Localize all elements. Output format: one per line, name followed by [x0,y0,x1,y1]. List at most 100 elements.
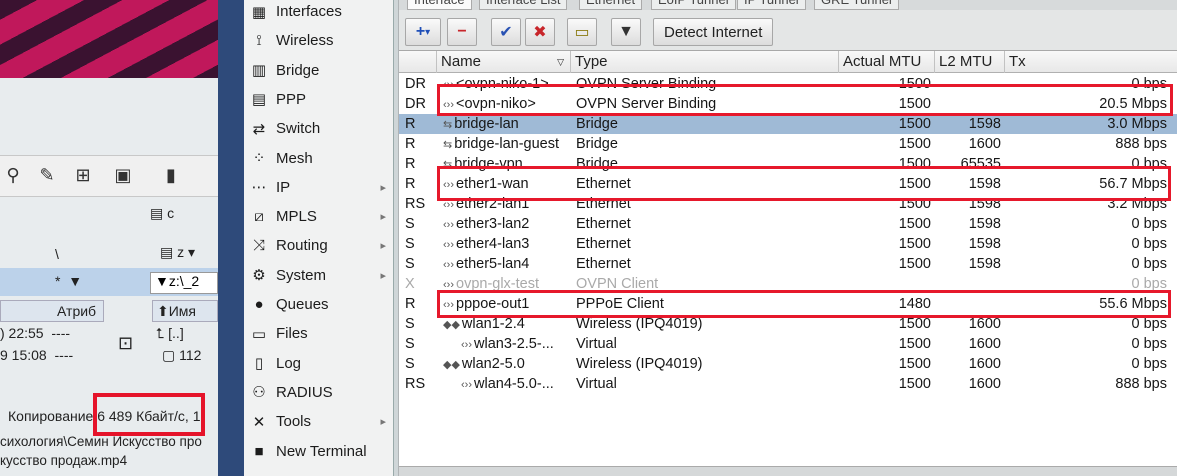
tab-interface[interactable]: Interface [407,0,472,10]
actual-mtu-column-header[interactable]: Actual MTU [839,51,935,73]
parent-dir-item[interactable]: ⮤ [..] [156,325,184,342]
tab-interface-list[interactable]: Interface List [479,0,568,10]
enable-button[interactable]: ✔ [491,18,521,46]
menu-item-bridge[interactable]: ▥ Bridge [244,56,394,85]
mpls-icon: ⧄ [254,208,264,226]
name-column-header[interactable]: ⬆Имя [152,300,218,322]
comment-button[interactable]: ▭ [567,18,597,46]
type-cell: Virtual [576,376,617,392]
table-row[interactable]: RS ‹›› wlan4-5.0-... Virtual 1500 1600 888 bps [399,374,1177,394]
menu-item-system[interactable]: ⚙ System ▸ [244,261,394,290]
menu-item-ppp[interactable]: ▤ PPP [244,85,394,114]
radius-icon: ⚇ [252,384,266,402]
table-row[interactable]: S ‹›› ether3-lan2 Ethernet 1500 1598 0 bps [399,214,1177,234]
menu-item-interfaces[interactable]: ▦ Interfaces [244,0,394,26]
menu-item-mesh[interactable]: ⁘ Mesh [244,144,394,173]
edit-icon[interactable]: ✎ [36,164,58,186]
submenu-arrow-icon: ▸ [380,416,386,429]
flags-cell: R [405,176,416,192]
menu-item-label: Tools [276,413,312,431]
filter-button[interactable]: ▼ [611,18,641,46]
sort-arrow-icon: ▽ [557,57,564,67]
copy-file-name: кусство продаж.mp4 [0,453,128,468]
table-row[interactable]: R ⇆ bridge-lan-guest Bridge 1500 1600 888 bps [399,134,1177,154]
name-cell: ⇆ bridge-lan [443,114,571,134]
drive-z-label[interactable]: ▤ z ▾ [160,244,195,261]
menu-item-routing[interactable]: ⤨ Routing ▸ [244,231,394,260]
table-row[interactable]: S ‹›› ether4-lan3 Ethernet 1500 1598 0 bps [399,234,1177,254]
disable-button[interactable]: ✖ [525,18,555,46]
file-row[interactable]: ) 22:55 ---- [0,325,70,341]
flags-column-header[interactable] [399,51,437,73]
table-row[interactable]: S ‹›› ether5-lan4 Ethernet 1500 1598 0 bps [399,254,1177,274]
tab-gre-tunnel[interactable]: GRE Tunnel [814,0,899,10]
menu-item-new-terminal[interactable]: ■ New Terminal [244,437,394,466]
tab-ip-tunnel[interactable]: IP Tunnel [737,0,806,10]
l2-mtu-cell: 1600 [968,356,1001,372]
menu-item-files[interactable]: ▭ Files [244,319,394,348]
menu-item-tools[interactable]: ✕ Tools ▸ [244,407,394,436]
menu-item-wireless[interactable]: ⟟ Wireless [244,26,394,55]
table-row[interactable]: S ◆◆ wlan2-5.0 Wireless (IPQ4019) 1500 1600 0 … [399,354,1177,374]
l2-mtu-cell: 1598 [968,256,1001,272]
menu-item-log[interactable]: ▯ Log [244,349,394,378]
flags-cell: S [405,356,415,372]
menu-item-ip[interactable]: ⋯ IP ▸ [244,173,394,202]
name-column-header[interactable]: Name ▽ [437,51,571,73]
menu-item-label: Switch [276,120,321,138]
attr-column-header[interactable]: Атриб [0,300,104,322]
flags-cell: DR [405,96,426,112]
copy-source-path: сихология\Семин Искусство про [0,434,202,449]
flags-cell: S [405,236,415,252]
l2-mtu-column-header[interactable]: L2 MTU [935,51,1005,73]
remove-button[interactable]: − [447,18,477,46]
flags-cell: X [405,276,415,292]
notepad-icon[interactable]: ▮ [160,164,182,186]
copy-speed-highlight [93,393,205,436]
interface-name: wlan3-2.5-... [474,336,554,352]
root-dir-label[interactable]: \ [55,246,59,262]
drive-c-label[interactable]: c [167,205,174,221]
type-column-header[interactable]: Type [571,51,839,73]
package-icon[interactable]: ▣ [112,164,134,186]
interface-name: bridge-lan-guest [454,136,560,152]
tx-cell: 888 bps [1115,136,1167,152]
name-cell: ‹›› wlan3-2.5-... [443,334,571,354]
actual-mtu-cell: 1500 [898,376,931,392]
ovpn-niko-highlight [437,84,1173,116]
menu-item-label: Queues [276,296,329,313]
menu-item-queues[interactable]: ● Queues [244,290,394,319]
folder-item[interactable]: ▢ 112 [162,347,201,364]
add-button[interactable]: + ▾ [405,18,441,46]
terminal-icon: ■ [254,442,264,460]
table-row[interactable]: S ‹›› wlan3-2.5-... Virtual 1500 1600 0 bps [399,334,1177,354]
file-row[interactable]: 9 15:08 ---- [0,347,73,363]
l2-mtu-cell: 1600 [968,336,1001,352]
binoculars-icon[interactable]: ⚲ [2,164,24,186]
tree-icon[interactable]: ⊞ [72,164,94,186]
table-row[interactable]: R ⇆ bridge-lan Bridge 1500 1598 3.0 Mbps [399,114,1177,134]
type-cell: Bridge [576,116,618,132]
ether1-wan-highlight [437,166,1171,201]
view-file-icon[interactable]: ⊡ [118,333,133,354]
menu-item-radius[interactable]: ⚇ RADIUS [244,378,394,407]
path-combo[interactable]: ▼z:\_2 [150,272,218,294]
pppoe-out1-highlight [437,290,1171,318]
menu-item-mpls[interactable]: ⧄ MPLS ▸ [244,202,394,231]
actual-mtu-cell: 1500 [898,136,931,152]
drive-c-icon[interactable]: ▤ [150,205,167,221]
tx-column-header[interactable]: Tx [1005,51,1177,73]
flags-cell: S [405,216,415,232]
filter-label[interactable]: * ▼ [55,273,82,289]
tab-eoip-tunnel[interactable]: EoIP Tunnel [651,0,736,10]
interface-list-window: Interface Interface List Ethernet EoIP T… [398,0,1177,476]
flags-cell: S [405,336,415,352]
detect-internet-button[interactable]: Detect Internet [653,18,774,46]
chevron-down-icon: ▾ [425,26,431,38]
winbox-side-frame [218,0,244,476]
tab-ethernet[interactable]: Ethernet [579,0,643,10]
interface-toolbar: + ▾ − ✔ ✖ ▭ ▼ Detect Internet [399,12,1177,50]
menu-item-switch[interactable]: ⇄ Switch [244,114,394,143]
l2-mtu-cell: 1598 [968,216,1001,232]
tools-icon: ✕ [252,413,266,431]
